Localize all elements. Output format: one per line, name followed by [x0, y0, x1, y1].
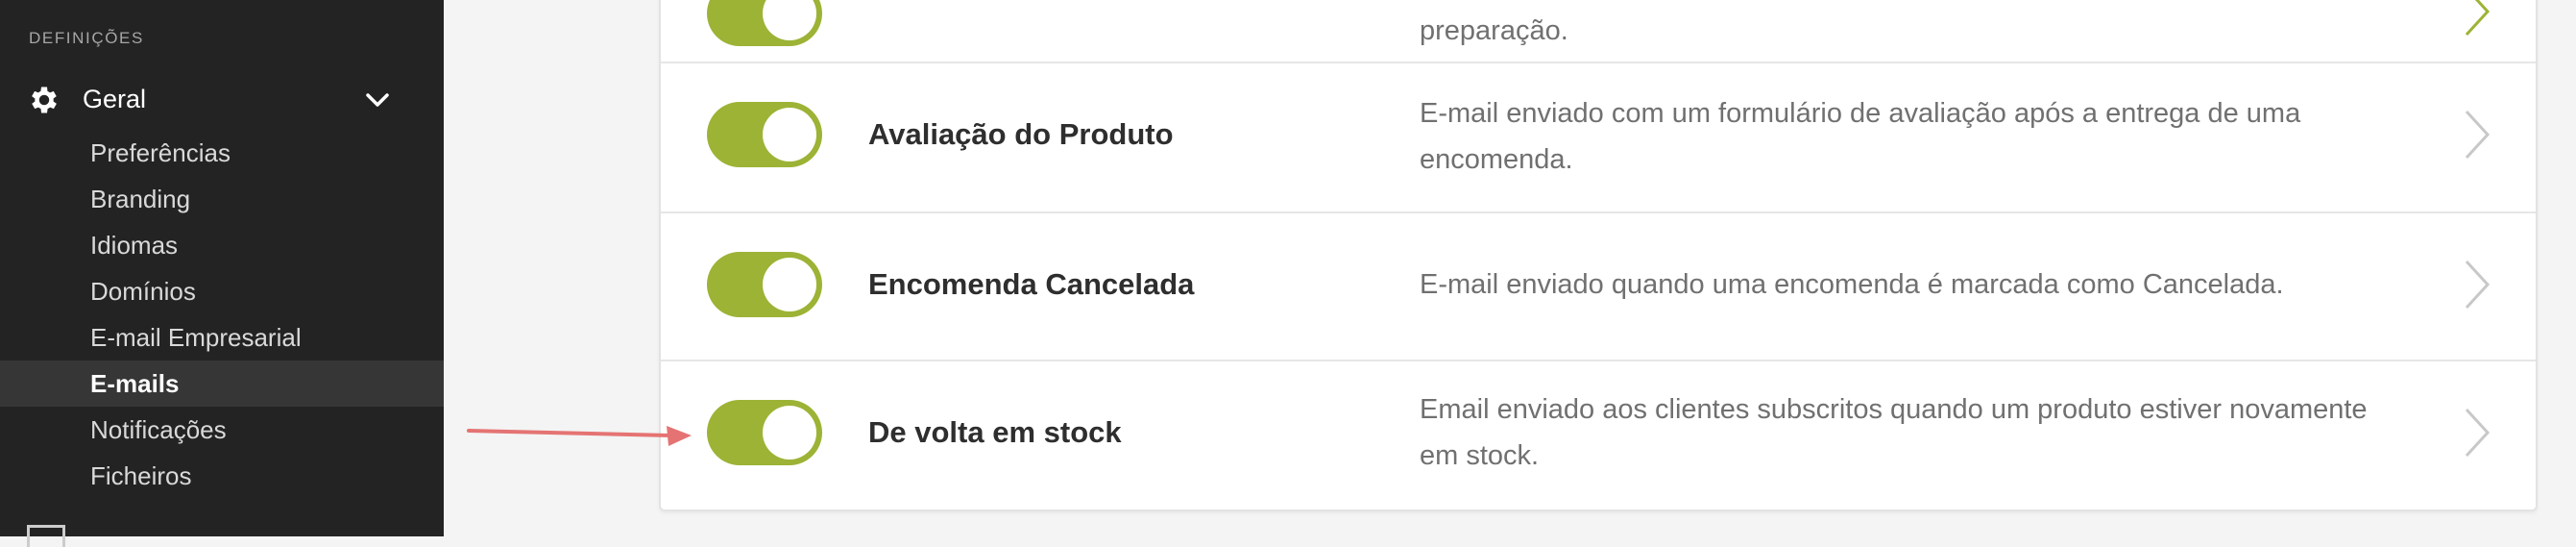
sidebar-item-label: Ficheiros	[90, 461, 192, 490]
email-row-description: E-mail enviado com um formulário de aval…	[1420, 98, 2301, 175]
email-row-title: Avaliação do Produto	[868, 117, 1174, 151]
toggle-knob	[763, 108, 816, 162]
email-toggle[interactable]	[707, 102, 822, 167]
sidebar-item-label: Branding	[90, 185, 191, 213]
sidebar-item-preferencias[interactable]: Preferências	[0, 130, 444, 176]
email-row-title: Encomenda Cancelada	[868, 267, 1195, 301]
sidebar-item-notificacoes[interactable]: Notificações	[0, 407, 444, 453]
email-row-description: E-mail enviado quando uma encomenda é ma…	[1420, 269, 2284, 300]
sidebar-item-label: Idiomas	[90, 231, 179, 260]
chevron-right-icon[interactable]	[2457, 256, 2495, 313]
sidebar-item-dominios[interactable]: Domínios	[0, 268, 444, 314]
sidebar-item-label: Domínios	[90, 277, 196, 306]
gear-icon	[32, 87, 57, 113]
sidebar-item-branding[interactable]: Branding	[0, 176, 444, 222]
toggle-knob	[763, 0, 816, 40]
sidebar-item-ficheiros[interactable]: Ficheiros	[0, 453, 444, 499]
sidebar-item-label: Notificações	[90, 415, 227, 444]
email-row[interactable]: Encomenda Cancelada E-mail enviado quand…	[661, 213, 2536, 363]
chevron-right-icon[interactable]	[2457, 404, 2495, 461]
email-toggle[interactable]	[707, 252, 822, 317]
sidebar-group-geral[interactable]: Geral	[0, 79, 444, 121]
email-toggle[interactable]	[707, 400, 822, 465]
sidebar-item-label: E-mails	[90, 369, 180, 398]
sidebar-item-label: E-mail Empresarial	[90, 323, 302, 352]
chevron-down-icon[interactable]	[363, 88, 392, 112]
email-row-title: De volta em stock	[868, 415, 1122, 449]
toggle-knob	[763, 406, 816, 460]
chevron-right-icon[interactable]	[2457, 0, 2495, 40]
section-header: DEFINIÇÕES	[29, 29, 144, 47]
sidebar-item-idiomas[interactable]: Idiomas	[0, 222, 444, 268]
email-row-description: preparação.	[1420, 15, 1568, 46]
sidebar-item-label: Preferências	[90, 138, 231, 167]
chevron-right-icon[interactable]	[2457, 106, 2495, 163]
sidebar-item-emails[interactable]: E-mails	[0, 361, 444, 407]
email-row[interactable]: De volta em stock Email enviado aos clie…	[661, 361, 2536, 511]
email-settings-card: preparação. Avaliação do Produto E-mail …	[659, 0, 2538, 511]
email-row-description: Email enviado aos clientes subscritos qu…	[1420, 394, 2368, 471]
sidebar: DEFINIÇÕES Geral Preferências Branding I…	[0, 0, 444, 547]
email-row[interactable]: Avaliação do Produto E-mail enviado com …	[661, 63, 2536, 213]
annotation-arrow-icon	[467, 426, 692, 446]
sidebar-item-email-empresarial[interactable]: E-mail Empresarial	[0, 314, 444, 361]
email-toggle[interactable]	[707, 0, 822, 46]
email-row[interactable]: preparação.	[661, 0, 2536, 63]
toggle-knob	[763, 258, 816, 311]
sidebar-group-label: Geral	[83, 85, 147, 113]
